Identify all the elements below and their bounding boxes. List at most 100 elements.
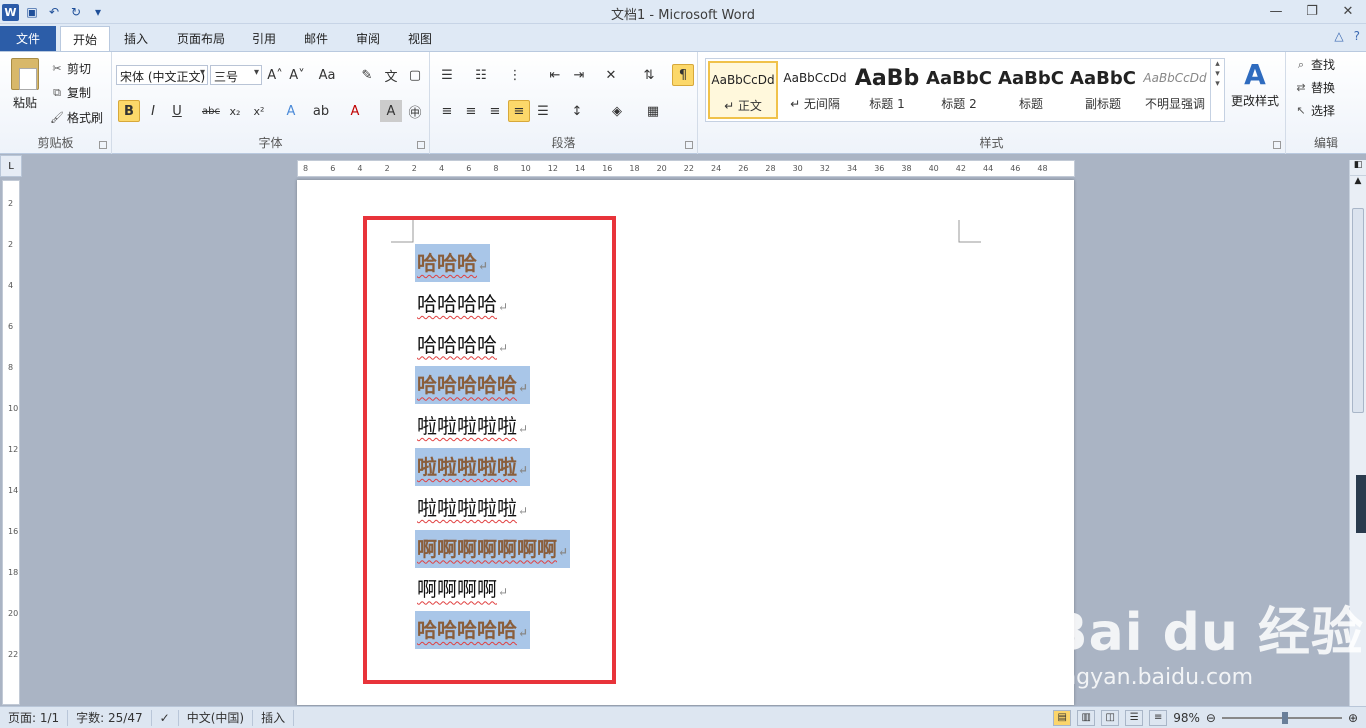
cut-button[interactable]: ✂ 剪切 bbox=[50, 60, 91, 77]
decrease-indent-icon[interactable]: ⇤ bbox=[544, 64, 566, 86]
copy-button[interactable]: ⧉ 复制 bbox=[50, 84, 91, 101]
full-screen-reading-icon[interactable]: ▥ bbox=[1077, 709, 1096, 726]
style-heading-2[interactable]: AaBbC 标题 2 bbox=[924, 61, 994, 119]
chinese-layout-icon[interactable]: ✕ bbox=[600, 64, 622, 86]
tab-review[interactable]: 审阅 bbox=[344, 26, 392, 51]
line-spacing-icon[interactable]: ↕ bbox=[566, 100, 588, 122]
styles-scroll[interactable]: ▴ ▾ ▾ bbox=[1210, 59, 1224, 121]
styles-launcher[interactable] bbox=[1273, 141, 1281, 149]
tab-references[interactable]: 引用 bbox=[240, 26, 288, 51]
zoom-slider[interactable] bbox=[1221, 711, 1342, 724]
print-layout-icon[interactable]: ▤ bbox=[1053, 709, 1072, 726]
proofing-icon[interactable]: ✓ bbox=[152, 709, 179, 726]
phonetic-guide-icon[interactable]: 文 bbox=[380, 64, 402, 86]
show-marks-icon[interactable]: ¶ bbox=[672, 64, 694, 86]
ruler-tick: 2 bbox=[411, 164, 417, 173]
tab-view[interactable]: 视图 bbox=[396, 26, 444, 51]
restore-icon[interactable]: ❐ bbox=[1294, 0, 1330, 22]
borders-icon[interactable]: ▦ bbox=[642, 100, 664, 122]
ruler-toggle-icon[interactable]: ◧ bbox=[1350, 160, 1366, 176]
minimize-ribbon-icon[interactable]: △ bbox=[1334, 29, 1343, 43]
clear-format-icon[interactable]: ✎ bbox=[356, 64, 378, 86]
outline-icon[interactable]: ☰ bbox=[1125, 709, 1144, 726]
horizontal-ruler[interactable]: 8 6 4 2 2 4 6 8 10 12 14 16 18 20 22 24 26 28 30 32 34 36 38 40… bbox=[297, 160, 1075, 177]
change-styles-button[interactable]: A 更改样式 bbox=[1228, 58, 1282, 109]
document-page[interactable]: 哈哈哈↵ 哈哈哈哈↵ 哈哈哈哈↵ 哈哈哈哈哈↵ 啦啦啦啦啦↵ 啦啦啦啦啦↵ 啦啦啦啦啦↵ 啊啊… bbox=[297, 180, 1074, 705]
style-subtle-emphasis[interactable]: AaBbCcDd 不明显强调 bbox=[1140, 61, 1210, 119]
text-effects-icon[interactable]: A bbox=[280, 100, 302, 122]
tab-home[interactable]: 开始 bbox=[60, 26, 111, 51]
help-icon[interactable]: ? bbox=[1354, 29, 1360, 43]
shrink-font-icon[interactable]: A˅ bbox=[286, 64, 308, 86]
highlight-color-icon[interactable]: ab bbox=[310, 100, 332, 122]
italic-button[interactable]: I bbox=[142, 100, 164, 122]
scroll-thumb[interactable] bbox=[1352, 208, 1364, 413]
format-painter-button[interactable]: 🖌 格式刷 bbox=[50, 109, 103, 126]
web-layout-icon[interactable]: ◫ bbox=[1101, 709, 1120, 726]
tab-file[interactable]: 文件 bbox=[0, 26, 56, 51]
ruler-tick: 30 bbox=[792, 164, 803, 173]
clipboard-launcher[interactable] bbox=[99, 141, 107, 149]
sort-icon[interactable]: ⇅ bbox=[638, 64, 660, 86]
scroll-up-icon[interactable]: ▲ bbox=[1350, 176, 1366, 192]
ruler-tick: 44 bbox=[983, 164, 994, 173]
minimize-icon[interactable]: — bbox=[1258, 0, 1294, 22]
shading-icon[interactable]: ◈ bbox=[606, 100, 628, 122]
subscript-button[interactable]: x₂ bbox=[224, 100, 246, 122]
char-border-icon[interactable]: ▢ bbox=[404, 64, 426, 86]
ruler-tick: 34 bbox=[847, 164, 858, 173]
ruler-tick: 18 bbox=[629, 164, 640, 173]
status-language[interactable]: 中文(中国) bbox=[179, 709, 254, 726]
status-page[interactable]: 页面: 1/1 bbox=[0, 709, 69, 726]
close-icon[interactable]: ✕ bbox=[1330, 0, 1366, 22]
font-launcher[interactable] bbox=[417, 141, 425, 149]
status-word-count[interactable]: 字数: 25/47 bbox=[68, 709, 152, 726]
style-heading-1[interactable]: AaBb 标题 1 bbox=[852, 61, 922, 119]
font-color-icon[interactable]: A bbox=[344, 100, 366, 122]
status-insert-mode[interactable]: 插入 bbox=[253, 709, 295, 726]
style-title[interactable]: AaBbC 标题 bbox=[996, 61, 1066, 119]
draft-icon[interactable]: ≡ bbox=[1149, 709, 1168, 726]
paragraph-launcher[interactable] bbox=[685, 141, 693, 149]
style-subtitle[interactable]: AaBbC 副标题 bbox=[1068, 61, 1138, 119]
font-size-combo[interactable]: 三号 bbox=[210, 65, 262, 85]
align-center-icon[interactable]: ≡ bbox=[460, 100, 482, 122]
char-shading-icon[interactable]: A bbox=[380, 100, 402, 122]
styles-gallery: AaBbCcDd ↵ 正文 AaBbCcDd ↵ 无间隔 AaBb 标题 1 A… bbox=[705, 58, 1225, 122]
style-normal[interactable]: AaBbCcDd ↵ 正文 bbox=[708, 61, 778, 119]
zoom-in-icon[interactable]: ⊕ bbox=[1348, 711, 1358, 725]
ruler-tick: 22 bbox=[683, 164, 694, 173]
tab-insert[interactable]: 插入 bbox=[112, 26, 160, 51]
replace-button[interactable]: ⇄ 替换 bbox=[1294, 79, 1335, 96]
tab-selector[interactable]: L bbox=[0, 155, 22, 177]
bold-button[interactable]: B bbox=[118, 100, 140, 122]
paste-button[interactable]: 粘贴 bbox=[6, 58, 44, 111]
enclose-chars-icon[interactable]: ㊥ bbox=[404, 100, 426, 122]
superscript-button[interactable]: x² bbox=[248, 100, 270, 122]
underline-button[interactable]: U bbox=[166, 100, 188, 122]
justify-icon[interactable]: ≡ bbox=[508, 100, 530, 122]
multilevel-list-icon[interactable]: ⋮ bbox=[504, 64, 526, 86]
group-clipboard: 粘贴 ✂ 剪切 ⧉ 复制 🖌 格式刷 剪贴板 bbox=[0, 52, 112, 154]
zoom-level[interactable]: 98% bbox=[1173, 711, 1200, 725]
font-name-combo[interactable]: 宋体 (中文正文) bbox=[116, 65, 208, 85]
distributed-icon[interactable]: ☰ bbox=[532, 100, 554, 122]
align-right-icon[interactable]: ≡ bbox=[484, 100, 506, 122]
zoom-out-icon[interactable]: ⊖ bbox=[1206, 711, 1216, 725]
numbering-icon[interactable]: ☷ bbox=[470, 64, 492, 86]
align-left-icon[interactable]: ≡ bbox=[436, 100, 458, 122]
increase-indent-icon[interactable]: ⇥ bbox=[568, 64, 590, 86]
style-no-spacing[interactable]: AaBbCcDd ↵ 无间隔 bbox=[780, 61, 850, 119]
change-case-button[interactable]: Aa bbox=[316, 64, 338, 86]
ruler-tick: 2 bbox=[8, 199, 14, 208]
grow-font-icon[interactable]: A˄ bbox=[264, 64, 286, 86]
bullets-icon[interactable]: ☰ bbox=[436, 64, 458, 86]
tab-page-layout[interactable]: 页面布局 bbox=[165, 26, 237, 51]
ruler-tick: 22 bbox=[8, 650, 19, 659]
select-button[interactable]: ↖ 选择 bbox=[1294, 102, 1335, 119]
find-button[interactable]: ⌕ 查找 bbox=[1294, 56, 1335, 73]
strikethrough-button[interactable]: abc bbox=[200, 100, 222, 122]
tab-mailings[interactable]: 邮件 bbox=[292, 26, 340, 51]
vertical-ruler[interactable]: 2 2 4 6 8 10 12 14 16 18 20 22 bbox=[2, 180, 20, 705]
zoom-slider-knob[interactable] bbox=[1281, 711, 1288, 724]
